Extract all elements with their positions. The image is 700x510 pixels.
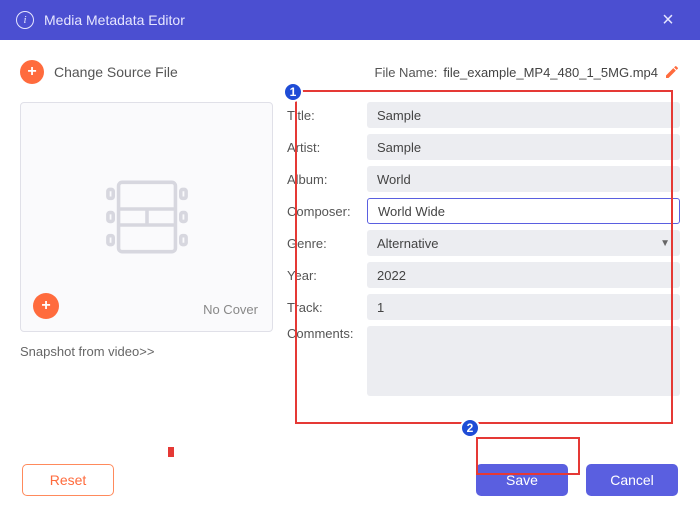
main-row: + No Cover Snapshot from video>> Title: …	[20, 102, 680, 402]
save-button[interactable]: Save	[476, 464, 568, 496]
row-album: Album:	[287, 166, 680, 192]
year-field[interactable]	[367, 262, 680, 288]
label-track: Track:	[287, 300, 367, 315]
reset-button[interactable]: Reset	[22, 464, 114, 496]
titlebar: i Media Metadata Editor ×	[0, 0, 700, 40]
change-source-button[interactable]: + Change Source File	[20, 60, 178, 84]
label-composer: Composer:	[287, 204, 367, 219]
source-row: + Change Source File File Name: file_exa…	[20, 60, 680, 84]
footer: Reset Save Cancel	[0, 464, 700, 496]
row-comments: Comments:	[287, 326, 680, 396]
label-artist: Artist:	[287, 140, 367, 155]
film-icon	[102, 177, 192, 257]
fields-column: Title: Artist: Album: Composer: Genre: A…	[287, 102, 680, 402]
album-field[interactable]	[367, 166, 680, 192]
genre-select[interactable]: Alternative ▼	[367, 230, 680, 256]
row-genre: Genre: Alternative ▼	[287, 230, 680, 256]
cancel-button[interactable]: Cancel	[586, 464, 678, 496]
no-cover-label: No Cover	[203, 302, 258, 317]
file-name-label: File Name:	[375, 65, 438, 80]
info-icon: i	[16, 11, 34, 29]
content: + Change Source File File Name: file_exa…	[0, 40, 700, 414]
file-name-value: file_example_MP4_480_1_5MG.mp4	[443, 65, 658, 80]
footer-right: Save Cancel	[476, 464, 678, 496]
row-year: Year:	[287, 262, 680, 288]
label-year: Year:	[287, 268, 367, 283]
label-genre: Genre:	[287, 236, 367, 251]
file-name-area: File Name: file_example_MP4_480_1_5MG.mp…	[375, 64, 681, 80]
annotation-mark	[168, 447, 174, 457]
label-title: Title:	[287, 108, 367, 123]
close-icon: ×	[662, 9, 674, 32]
comments-field[interactable]	[367, 326, 680, 396]
track-field[interactable]	[367, 294, 680, 320]
chevron-down-icon: ▼	[660, 238, 670, 249]
row-composer: Composer:	[287, 198, 680, 224]
close-button[interactable]: ×	[648, 0, 688, 40]
artist-field[interactable]	[367, 134, 680, 160]
titlebar-left: i Media Metadata Editor	[16, 11, 185, 29]
plus-icon: +	[20, 60, 44, 84]
label-album: Album:	[287, 172, 367, 187]
genre-value: Alternative	[377, 236, 438, 251]
snapshot-link[interactable]: Snapshot from video>>	[20, 344, 273, 359]
title-field[interactable]	[367, 102, 680, 128]
label-comments: Comments:	[287, 326, 367, 341]
cover-box: + No Cover	[20, 102, 273, 332]
cover-column: + No Cover Snapshot from video>>	[20, 102, 273, 402]
row-track: Track:	[287, 294, 680, 320]
annotation-callout-2: 2	[460, 418, 480, 438]
add-cover-button[interactable]: +	[33, 293, 59, 319]
window-title: Media Metadata Editor	[44, 12, 185, 28]
row-artist: Artist:	[287, 134, 680, 160]
change-source-label: Change Source File	[54, 64, 178, 80]
edit-filename-button[interactable]	[664, 64, 680, 80]
pencil-icon	[664, 64, 680, 80]
composer-field[interactable]	[367, 198, 680, 224]
row-title: Title:	[287, 102, 680, 128]
